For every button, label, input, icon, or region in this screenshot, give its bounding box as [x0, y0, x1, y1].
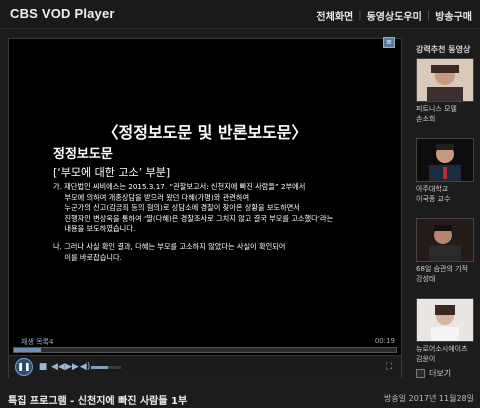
section-heading: 정정보도문: [53, 147, 113, 162]
stop-button[interactable]: ■: [37, 361, 49, 373]
video-thumbnail[interactable]: [416, 218, 474, 262]
playlist-toggle-icon[interactable]: ≡: [383, 37, 395, 48]
section-subheading: [‘부모에 대한 고소’ 부분]: [53, 166, 171, 179]
sidebar-header: 강력추천 동영상: [416, 45, 471, 54]
video-caption[interactable]: 68일 슴관의 기적 강성태: [416, 264, 478, 284]
video-thumbnail[interactable]: [416, 138, 474, 182]
volume-slider[interactable]: [91, 366, 121, 369]
nav-separator: |: [426, 10, 431, 21]
video-thumbnail[interactable]: [416, 298, 474, 342]
progress-area: 재생 목록4 00:19: [9, 337, 401, 353]
nav-fullscreen[interactable]: 전체화면: [316, 8, 353, 23]
nav-separator: |: [358, 10, 362, 21]
correction-paragraph: 가. 재단법인 씨비에스는 2015.3.17. “관찰보고서: 신천지에 빠진…: [53, 182, 334, 234]
video-caption[interactable]: 피트니스 모델 손소희: [416, 104, 478, 124]
more-checkbox[interactable]: [416, 369, 425, 378]
more-label[interactable]: 더보기: [429, 368, 451, 379]
video-player[interactable]: ≡ 〈정정보도문 및 반론보도문〉 정정보도문 [‘부모에 대한 고소’ 부분]…: [8, 37, 402, 378]
recommended-video[interactable]: 68일 슴관의 기적 강성태: [416, 218, 478, 284]
recommended-video[interactable]: 뉴로어소시에이츠 김윤이: [416, 298, 478, 364]
pause-button[interactable]: ❚❚: [15, 358, 33, 376]
recommended-sidebar: 강력추천 동영상 피트니스 모델 손소희 아주대학교 이국종 교수 68일 슴관…: [410, 38, 480, 382]
title-bar: CBS VOD Player 전체화면 | 동영상도우미 | 방송구매: [0, 0, 480, 29]
nav-purchase[interactable]: 방송구매: [435, 8, 472, 23]
player-controls: ❚❚ ■ ◀◀ ▶▶ ◀) ⛶: [9, 355, 401, 378]
video-thumbnail[interactable]: [416, 58, 474, 102]
seek-bar[interactable]: [13, 347, 397, 353]
volume-fill: [91, 366, 108, 369]
top-nav: 전체화면 | 동영상도우미 | 방송구매: [316, 8, 472, 23]
more-toggle[interactable]: 더보기: [416, 368, 451, 379]
bottom-info-bar: 특집 프로그램 - 신천지에 빠진 사람들 1부 방송일 2017년 11월28…: [0, 386, 480, 408]
fullscreen-icon[interactable]: ⛶: [383, 361, 395, 373]
previous-button[interactable]: ◀◀: [51, 361, 65, 373]
correction-title: 〈정정보도문 및 반론보도문〉: [102, 123, 308, 142]
correction-paragraph: 나. 그러나 사실 확인 결과, 다혜는 부모를 고소하지 않았다는 사실이 확…: [53, 241, 286, 262]
next-button[interactable]: ▶▶: [65, 361, 79, 373]
air-date: 방송일 2017년 11월28일: [384, 394, 474, 403]
seek-bar-fill: [14, 348, 41, 352]
playlist-label[interactable]: 재생 목록4: [21, 337, 53, 347]
correction-body: 가. 재단법인 씨비에스는 2015.3.17. “관찰보고서: 신천지에 빠진…: [53, 182, 389, 270]
volume-icon[interactable]: ◀): [79, 361, 91, 373]
app-title: CBS VOD Player: [10, 6, 115, 21]
video-caption[interactable]: 아주대학교 이국종 교수: [416, 184, 478, 204]
nav-video-helper[interactable]: 동영상도우미: [367, 8, 422, 23]
time-display: 00:19: [374, 337, 395, 345]
video-caption[interactable]: 뉴로어소시에이츠 김윤이: [416, 344, 478, 364]
recommended-video[interactable]: 피트니스 모델 손소희: [416, 58, 478, 124]
recommended-video[interactable]: 아주대학교 이국종 교수: [416, 138, 478, 204]
video-title: 특집 프로그램 - 신천지에 빠진 사람들 1부: [8, 396, 188, 407]
